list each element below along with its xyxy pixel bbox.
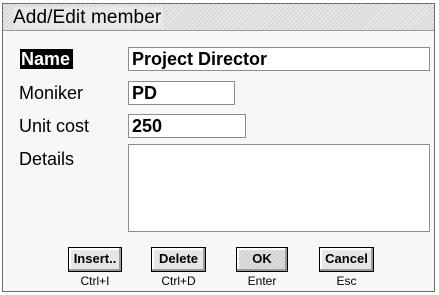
insert-button[interactable]: Insert.. [68, 247, 122, 272]
cancel-shortcut-hint: Esc [336, 274, 357, 288]
delete-shortcut-hint: Ctrl+D [161, 274, 196, 288]
unit-cost-field[interactable]: 250 [128, 114, 246, 138]
moniker-label: Moniker [19, 83, 84, 103]
ok-button[interactable]: OK [236, 247, 288, 272]
delete-button[interactable]: Delete [151, 247, 206, 272]
details-textarea[interactable] [128, 144, 430, 232]
name-label: Name [20, 49, 74, 69]
moniker-field[interactable]: PD [128, 81, 235, 105]
dialog-title: Add/Edit member [13, 7, 164, 29]
insert-shortcut-hint: Ctrl+I [80, 274, 110, 288]
add-edit-member-dialog: Add/Edit member Name Project Director Mo… [2, 3, 435, 292]
dialog-title-bar[interactable]: Add/Edit member [3, 4, 434, 31]
details-label: Details [19, 149, 75, 169]
cancel-button[interactable]: Cancel [319, 247, 374, 272]
name-field[interactable]: Project Director [128, 47, 430, 71]
unit-cost-label: Unit cost [19, 116, 90, 136]
ok-shortcut-hint: Enter [247, 274, 277, 288]
